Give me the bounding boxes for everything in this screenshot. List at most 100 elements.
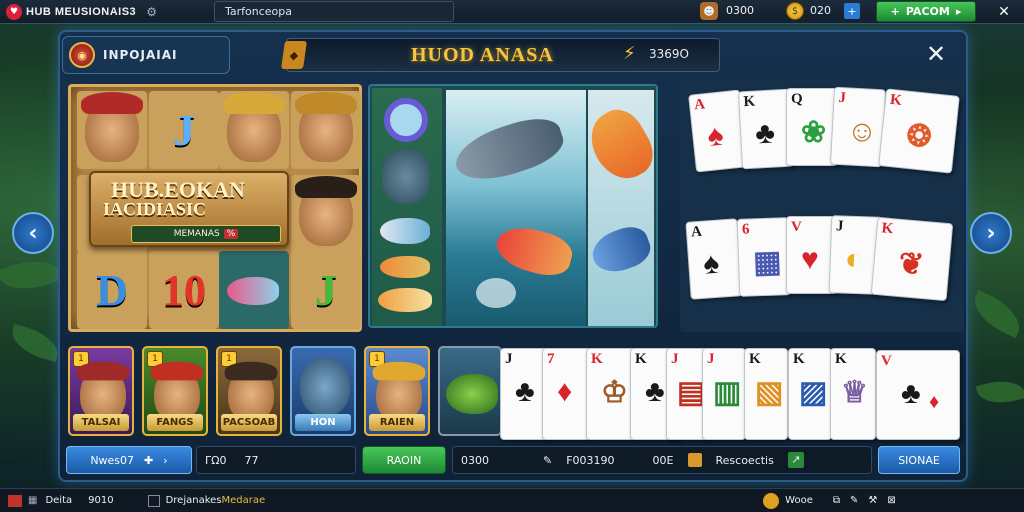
next-arrow-button[interactable]: › bbox=[970, 212, 1012, 254]
diamond-icon: ♦ bbox=[929, 391, 940, 413]
grid-icon: ▦ bbox=[28, 495, 38, 506]
playing-card: K ♔ bbox=[586, 348, 636, 440]
leaf-decoration bbox=[0, 250, 64, 300]
tile-label: PACSOAB bbox=[221, 414, 277, 431]
card-rank: K bbox=[591, 351, 603, 367]
card-rank: J bbox=[707, 351, 715, 367]
fish-icon bbox=[227, 277, 279, 305]
card-suit: ♦ bbox=[557, 375, 573, 408]
chevron-right-icon: › bbox=[163, 453, 168, 467]
reel-cell bbox=[77, 91, 147, 169]
random-button[interactable]: RAOIN bbox=[362, 446, 446, 474]
close-icon[interactable]: ⊠ bbox=[887, 495, 895, 506]
hat-icon bbox=[150, 361, 204, 381]
check-icon[interactable]: ↗ bbox=[787, 452, 804, 468]
plus-icon: ✚ bbox=[144, 453, 154, 467]
footer-item[interactable]: Medarae bbox=[222, 495, 266, 506]
edit-icon[interactable]: ✎ bbox=[850, 495, 858, 506]
game-tile[interactable]: 1 RAIEN bbox=[364, 346, 430, 436]
splash-icon bbox=[476, 278, 516, 308]
playing-card: J ☺ bbox=[829, 86, 887, 168]
slot-game-card[interactable]: J A D 10 J HUB.EOKAN IACIDIASIC MEMANAS … bbox=[68, 84, 362, 332]
card-rank: K bbox=[635, 351, 647, 367]
card-fan[interactable]: J ♣ 7 ♦ K ♔ K ♣ J ▤ J ▥ K ▧ K ▨ K ♕ V ♣ ♦ bbox=[500, 346, 962, 442]
slot-play-button[interactable]: MEMANAS % bbox=[131, 225, 281, 243]
reel-cell bbox=[219, 251, 289, 329]
card-rank: V bbox=[791, 219, 802, 235]
balance-value: 0300 bbox=[726, 4, 754, 17]
game-tile[interactable]: HON bbox=[290, 346, 356, 436]
page-title: HUOD ANASA bbox=[411, 44, 554, 66]
stat-value: 00E bbox=[652, 453, 674, 467]
slot-symbol: J bbox=[173, 105, 195, 155]
card-rank: J bbox=[505, 351, 513, 367]
game-tile[interactable]: 1 PACSOAB bbox=[216, 346, 282, 436]
badge-icon: ◉ bbox=[69, 42, 95, 68]
card-rank: K bbox=[880, 220, 894, 238]
card-rank: K bbox=[793, 351, 805, 367]
add-coins-button[interactable]: + bbox=[844, 3, 860, 19]
footer-item[interactable]: Drejanakes bbox=[166, 495, 222, 506]
goldfish-icon bbox=[580, 101, 656, 189]
wizard-face-icon bbox=[81, 92, 143, 162]
swordfish-icon bbox=[449, 110, 569, 190]
emblem-icon: ◐ bbox=[844, 242, 864, 277]
footer-item[interactable]: Deita bbox=[45, 495, 72, 506]
card-rank: J bbox=[838, 89, 847, 107]
card-rank: 7 bbox=[547, 351, 555, 367]
reel-cell bbox=[291, 175, 361, 253]
pharaoh-face-icon bbox=[223, 92, 285, 162]
game-tile[interactable]: 1 FANGS bbox=[142, 346, 208, 436]
slot-button-label: MEMANAS bbox=[173, 229, 220, 239]
footer-bar: ▦ Deita 9010 Drejanakes Medarae Wooe ⧉ ✎… bbox=[0, 488, 1024, 512]
fishing-game-card[interactable] bbox=[368, 84, 658, 328]
signal-button[interactable]: SIONAE bbox=[878, 446, 960, 474]
pattern-icon: ▨ bbox=[799, 376, 828, 409]
prev-arrow-button[interactable]: ‹ bbox=[12, 212, 54, 254]
coin-icon bbox=[763, 492, 780, 509]
info-label: INPOJAIAI bbox=[103, 48, 178, 62]
leaf-decoration bbox=[975, 374, 1024, 410]
bluefish-icon bbox=[586, 221, 656, 279]
card-game-card[interactable]: A ♠ K ♣ Q ❀ J ☺ K ❂ A ♠ 6 ▦ V ♥ J ◐ K ❦ bbox=[680, 78, 964, 332]
reel-cell: 10 bbox=[149, 251, 219, 329]
salmon-icon bbox=[491, 220, 577, 282]
fish-icon bbox=[378, 288, 432, 312]
pattern-icon: ▥ bbox=[713, 376, 742, 409]
bet-input[interactable]: ΓΩ0 77 bbox=[196, 446, 356, 474]
ring-icon bbox=[384, 98, 428, 142]
adventurer-face-icon bbox=[295, 176, 357, 246]
game-tile[interactable]: 1 TALSAI bbox=[68, 346, 134, 436]
share-icon[interactable]: ⧉ bbox=[833, 495, 840, 506]
frog-icon bbox=[446, 374, 498, 414]
info-panel[interactable]: ◉ INPOJAIAI bbox=[62, 36, 230, 74]
reel-cell: J bbox=[149, 91, 219, 169]
monster-face-icon bbox=[300, 358, 350, 416]
header-bar: ◆ HUOD ANASA ⚡ 3369O bbox=[281, 38, 720, 72]
user-avatar-icon[interactable]: ☻ bbox=[700, 2, 718, 20]
settings-gear-icon[interactable]: ⚙ bbox=[146, 5, 157, 19]
playing-card: V ♣ ♦ bbox=[876, 350, 960, 440]
promo-button[interactable]: + PACOM ▸ bbox=[876, 1, 976, 22]
logo-icon: ♥ bbox=[6, 3, 22, 20]
fish-icon bbox=[380, 256, 430, 278]
card-rank: J bbox=[835, 218, 844, 235]
flag-icon bbox=[8, 494, 22, 507]
window-close-icon[interactable]: ✕ bbox=[994, 2, 1014, 22]
crown-icon bbox=[372, 361, 426, 381]
close-icon[interactable]: ✕ bbox=[926, 40, 946, 68]
card-suit: ♣ bbox=[515, 375, 535, 408]
game-tile[interactable] bbox=[438, 346, 502, 436]
tools-icon[interactable]: ⚒ bbox=[868, 495, 877, 506]
promo-label: PACOM bbox=[905, 5, 950, 18]
card-suit: ♠ bbox=[705, 118, 726, 154]
box-icon bbox=[147, 494, 160, 507]
fish-icon: ❂ bbox=[904, 118, 934, 155]
bet-number: 77 bbox=[244, 453, 259, 467]
footer-item: 9010 bbox=[88, 495, 114, 506]
hat-icon bbox=[81, 92, 143, 114]
playing-card: 7 ♦ bbox=[542, 348, 592, 440]
search-input[interactable]: Tarfonceopa bbox=[214, 1, 454, 22]
new-game-button[interactable]: Nwes07 ✚ › bbox=[66, 446, 192, 474]
plus-icon: + bbox=[890, 5, 900, 18]
